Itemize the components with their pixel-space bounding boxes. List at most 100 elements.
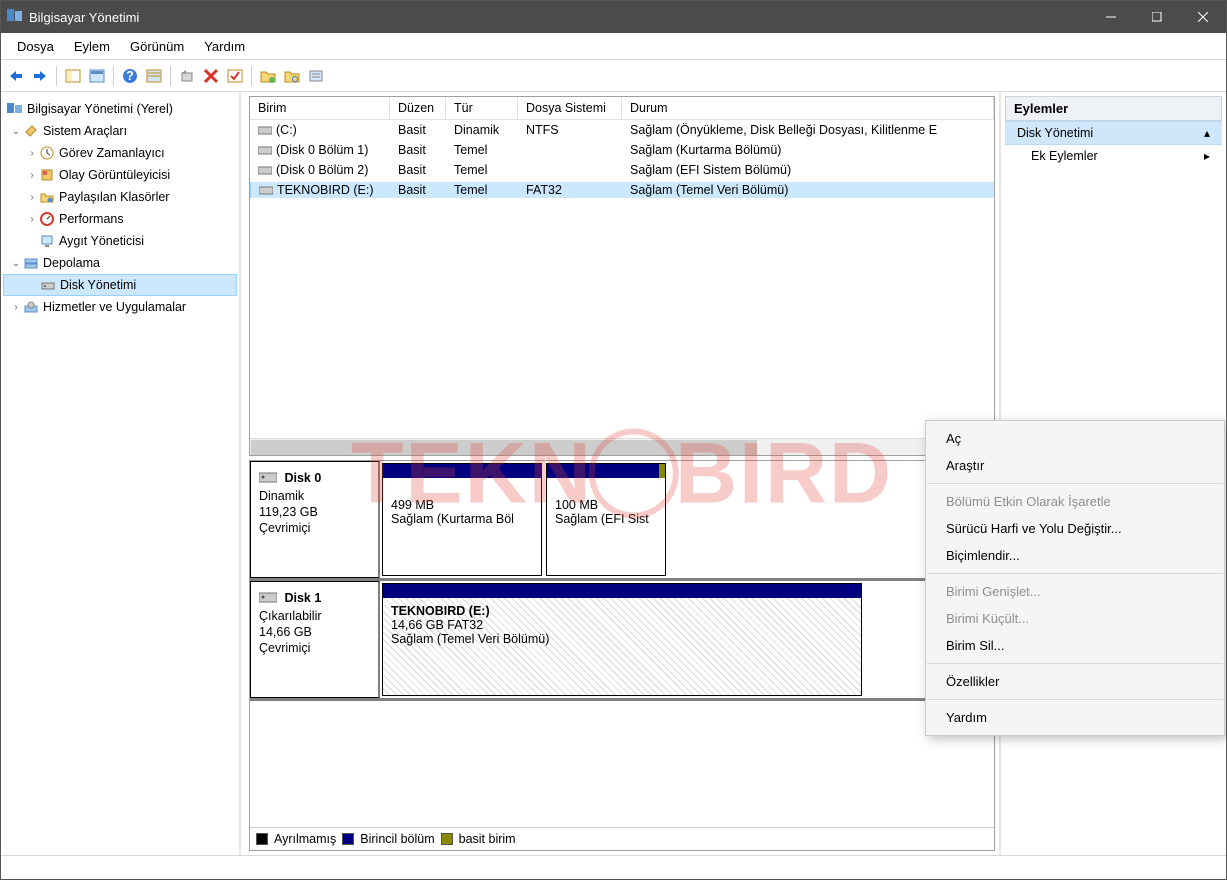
delete-button[interactable] bbox=[200, 65, 222, 87]
menu-file[interactable]: Dosya bbox=[7, 35, 64, 58]
tree-shared-folders[interactable]: › Paylaşılan Klasörler bbox=[3, 186, 237, 208]
volume-list[interactable]: Birim Düzen Tür Dosya Sistemi Durum (C:)… bbox=[249, 96, 995, 456]
ctx-delete-volume[interactable]: Birim Sil... bbox=[926, 632, 1224, 659]
cell: Sağlam (Temel Veri Bölümü) bbox=[622, 182, 994, 198]
ctx-help[interactable]: Yardım bbox=[926, 704, 1224, 731]
legend-swatch-primary bbox=[342, 833, 354, 845]
menu-help[interactable]: Yardım bbox=[194, 35, 255, 58]
ctx-explore[interactable]: Araştır bbox=[926, 452, 1224, 479]
properties-button[interactable] bbox=[86, 65, 108, 87]
tree-system-tools[interactable]: ⌄ Sistem Araçları bbox=[3, 120, 237, 142]
chevron-right-icon[interactable]: › bbox=[25, 170, 39, 181]
disk-mgmt-icon bbox=[40, 277, 56, 293]
chevron-right-icon[interactable]: › bbox=[25, 192, 39, 203]
actions-disk-management[interactable]: Disk Yönetimi ▴ bbox=[1005, 121, 1222, 145]
disk-icon bbox=[259, 590, 277, 607]
tree-disk-management[interactable]: Disk Yönetimi bbox=[3, 274, 237, 296]
disk-type: Dinamik bbox=[259, 489, 370, 503]
legend-label: basit birim bbox=[459, 832, 516, 846]
check-button[interactable] bbox=[224, 65, 246, 87]
column-header-status[interactable]: Durum bbox=[622, 97, 994, 119]
tree-device-manager[interactable]: Aygıt Yöneticisi bbox=[3, 230, 237, 252]
disk-title: Disk 1 bbox=[284, 591, 321, 605]
list-button[interactable] bbox=[305, 65, 327, 87]
menu-action[interactable]: Eylem bbox=[64, 35, 120, 58]
navigation-tree[interactable]: Bilgisayar Yönetimi (Yerel) ⌄ Sistem Ara… bbox=[1, 92, 241, 855]
minimize-button[interactable] bbox=[1088, 1, 1134, 33]
forward-button[interactable] bbox=[29, 65, 51, 87]
chevron-down-icon[interactable]: ⌄ bbox=[9, 126, 23, 137]
svg-text:?: ? bbox=[126, 69, 134, 83]
maximize-button[interactable] bbox=[1134, 1, 1180, 33]
tree-storage[interactable]: ⌄ Depolama bbox=[3, 252, 237, 274]
partition-disk0-2[interactable]: 100 MB Sağlam (EFI Sist bbox=[546, 463, 666, 576]
tree-event-viewer[interactable]: › Olay Görüntüleyicisi bbox=[3, 164, 237, 186]
partition-header bbox=[383, 584, 861, 598]
refresh-button[interactable] bbox=[176, 65, 198, 87]
cell: Basit bbox=[390, 142, 446, 158]
disk-info-0[interactable]: Disk 0 Dinamik 119,23 GB Çevrimiçi bbox=[250, 461, 380, 578]
column-header-layout[interactable]: Düzen bbox=[390, 97, 446, 119]
tree-label: Görev Zamanlayıcı bbox=[59, 146, 165, 160]
back-button[interactable] bbox=[5, 65, 27, 87]
partition-size: 100 MB bbox=[555, 498, 657, 512]
legend: Ayrılmamış Birincil bölüm basit birim bbox=[250, 827, 994, 850]
shared-folders-icon bbox=[39, 189, 55, 205]
folder-search-button[interactable] bbox=[281, 65, 303, 87]
ctx-open[interactable]: Aç bbox=[926, 425, 1224, 452]
clock-icon bbox=[39, 145, 55, 161]
table-row[interactable]: TEKNOBIRD (E:) Basit Temel FAT32 Sağlam … bbox=[250, 180, 994, 200]
tree-services-apps[interactable]: › Hizmetler ve Uygulamalar bbox=[3, 296, 237, 318]
view-button[interactable] bbox=[143, 65, 165, 87]
volume-icon bbox=[258, 144, 272, 156]
partition-status: Sağlam (Kurtarma Böl bbox=[391, 512, 533, 526]
titlebar[interactable]: Bilgisayar Yönetimi bbox=[1, 1, 1226, 33]
actions-label: Disk Yönetimi bbox=[1017, 126, 1093, 140]
horizontal-scrollbar[interactable] bbox=[250, 438, 994, 455]
tree-root[interactable]: Bilgisayar Yönetimi (Yerel) bbox=[3, 98, 237, 120]
table-row[interactable]: (Disk 0 Bölüm 1) Basit Temel Sağlam (Kur… bbox=[250, 140, 994, 160]
column-header-type[interactable]: Tür bbox=[446, 97, 518, 119]
volume-icon bbox=[258, 164, 272, 176]
help-button[interactable]: ? bbox=[119, 65, 141, 87]
app-icon bbox=[7, 9, 23, 25]
disk-info-1[interactable]: Disk 1 Çıkarılabilir 14,66 GB Çevrimiçi bbox=[250, 581, 380, 698]
performance-icon bbox=[39, 211, 55, 227]
ctx-format[interactable]: Biçimlendir... bbox=[926, 542, 1224, 569]
cell: Basit bbox=[390, 162, 446, 178]
partition-disk1-1[interactable]: TEKNOBIRD (E:) 14,66 GB FAT32 Sağlam (Te… bbox=[382, 583, 862, 696]
column-header-volume[interactable]: Birim bbox=[250, 97, 390, 119]
partition-header bbox=[383, 464, 541, 478]
ctx-change-drive-letter[interactable]: Sürücü Harfi ve Yolu Değiştir... bbox=[926, 515, 1224, 542]
partition-disk0-1[interactable]: 499 MB Sağlam (Kurtarma Böl bbox=[382, 463, 542, 576]
ctx-properties[interactable]: Özellikler bbox=[926, 668, 1224, 695]
chevron-right-icon[interactable]: › bbox=[25, 148, 39, 159]
menu-separator bbox=[927, 663, 1223, 664]
chevron-right-icon[interactable]: › bbox=[9, 302, 23, 313]
new-folder-button[interactable] bbox=[257, 65, 279, 87]
cell bbox=[518, 162, 622, 178]
chevron-right-icon: ▸ bbox=[1204, 149, 1210, 163]
center-pane: Birim Düzen Tür Dosya Sistemi Durum (C:)… bbox=[241, 92, 1001, 855]
disk-size: 14,66 GB bbox=[259, 625, 370, 639]
chevron-down-icon[interactable]: ⌄ bbox=[9, 258, 23, 269]
disk-icon bbox=[259, 470, 277, 487]
scrollbar-thumb[interactable] bbox=[251, 440, 757, 455]
actions-more[interactable]: Ek Eylemler ▸ bbox=[1005, 145, 1222, 167]
toolbar-separator bbox=[170, 66, 171, 86]
toolbar: ? bbox=[1, 60, 1226, 92]
close-button[interactable] bbox=[1180, 1, 1226, 33]
computer-mgmt-icon bbox=[7, 101, 23, 117]
column-header-filesystem[interactable]: Dosya Sistemi bbox=[518, 97, 622, 119]
table-row[interactable]: (Disk 0 Bölüm 2) Basit Temel Sağlam (EFI… bbox=[250, 160, 994, 180]
disk-type: Çıkarılabilir bbox=[259, 609, 370, 623]
chevron-right-icon[interactable]: › bbox=[25, 214, 39, 225]
tree-performance[interactable]: › Performans bbox=[3, 208, 237, 230]
cell: FAT32 bbox=[518, 182, 622, 198]
tree-task-scheduler[interactable]: › Görev Zamanlayıcı bbox=[3, 142, 237, 164]
menu-view[interactable]: Görünüm bbox=[120, 35, 194, 58]
table-row[interactable]: (C:) Basit Dinamik NTFS Sağlam (Önyüklem… bbox=[250, 120, 994, 140]
disk-graphical-view: Disk 0 Dinamik 119,23 GB Çevrimiçi 499 M… bbox=[249, 460, 995, 851]
show-hide-tree-button[interactable] bbox=[62, 65, 84, 87]
toolbar-separator bbox=[56, 66, 57, 86]
